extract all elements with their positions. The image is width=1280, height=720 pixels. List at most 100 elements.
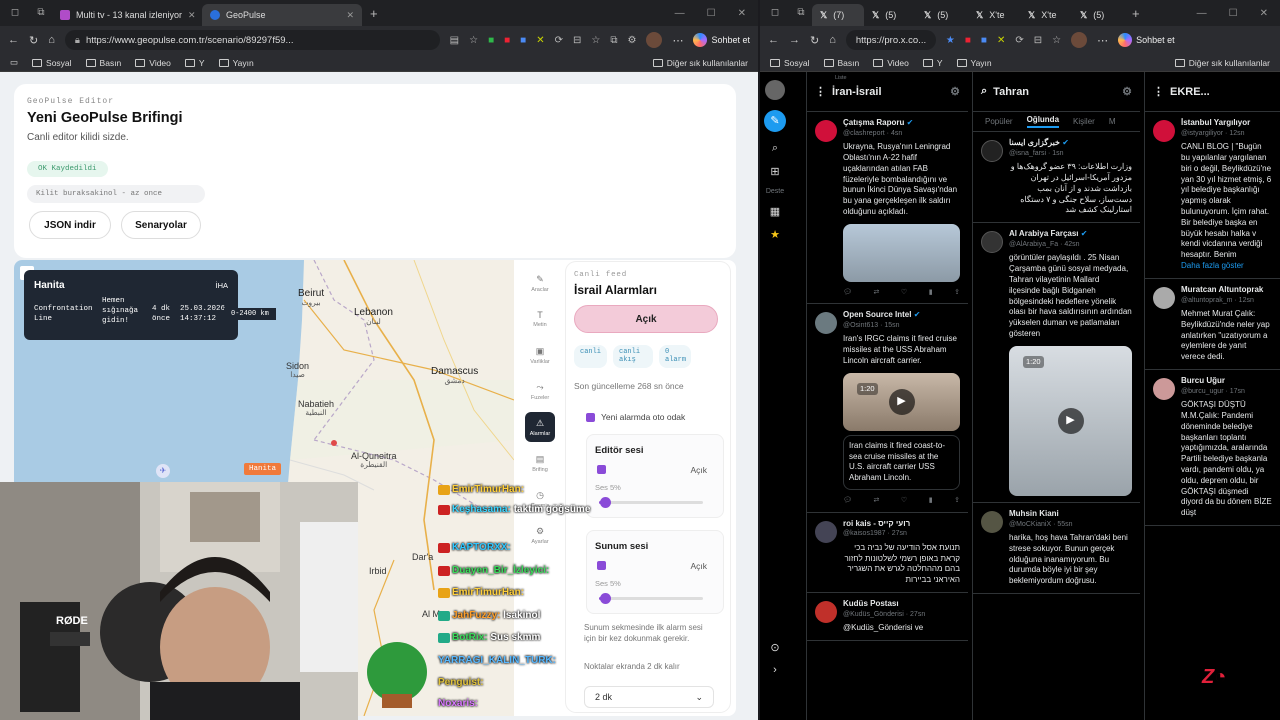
- refresh-ext-icon[interactable]: ⟳: [555, 35, 563, 46]
- deck-icon[interactable]: ▦: [770, 205, 780, 218]
- x-tab[interactable]: 𝕏 (7): [812, 4, 864, 26]
- decks-icon[interactable]: Deste: [766, 188, 784, 195]
- profile-avatar[interactable]: [1071, 32, 1088, 48]
- close-window-icon[interactable]: ✕: [738, 8, 746, 19]
- profile-icon[interactable]: ◻: [8, 6, 22, 20]
- tab-popular[interactable]: Popüler: [985, 117, 1013, 126]
- x-tab[interactable]: 𝕏 X'te: [1020, 4, 1072, 26]
- tweet-author[interactable]: İstanbul Yargılıyor: [1181, 118, 1250, 127]
- minimize-icon[interactable]: —: [675, 8, 685, 19]
- editor-volume-slider[interactable]: [599, 497, 703, 508]
- tweet[interactable]: Open Source Intel ✔ @Osint613 · 15sn Ira…: [807, 304, 968, 513]
- tweet-author[interactable]: Muhsin Kiani: [1009, 509, 1059, 518]
- tweet[interactable]: Muratcan Altuntoprak @altuntoprak_m · 12…: [1145, 279, 1280, 371]
- bookmark-folder[interactable]: Y: [184, 58, 205, 68]
- tweet[interactable]: roi kais - רועי קייס @kaisos1987 · 27sn …: [807, 513, 968, 593]
- more-icon[interactable]: ⋯: [672, 34, 683, 47]
- tool-fuzeler[interactable]: ⤳ Fuzeler: [525, 376, 555, 406]
- avatar[interactable]: [981, 510, 1003, 533]
- tweet[interactable]: خبرگزاری ایسنا ✔ @isna_farsi · 1sn وزارت…: [973, 132, 1140, 224]
- extension-icon[interactable]: ■: [504, 35, 510, 46]
- tab-latest[interactable]: Oğlunda: [1026, 115, 1060, 128]
- tool-varliklar[interactable]: ▣ Varliklar: [525, 340, 555, 370]
- favorite-star-icon[interactable]: ☆: [469, 35, 478, 46]
- account-avatar[interactable]: [765, 80, 785, 100]
- tweet[interactable]: Burcu Uğur @burcu_ugur · 17sn GÖKTAŞI DÜ…: [1145, 370, 1280, 527]
- refresh-ext-icon[interactable]: ⟳: [1015, 35, 1023, 46]
- maximize-icon[interactable]: ☐: [1229, 8, 1238, 19]
- show-more-link[interactable]: Daha fazla göster: [1181, 261, 1272, 272]
- bookmark-folder[interactable]: Video: [873, 58, 909, 68]
- tool-alarmlar[interactable]: ⚠ Alarmlar: [525, 412, 555, 442]
- avatar[interactable]: [815, 600, 837, 623]
- tweet[interactable]: Muhsin Kiani @MoCKianiX · 55sn harika, h…: [973, 503, 1140, 595]
- tweet-image[interactable]: [843, 223, 960, 282]
- translate-icon[interactable]: ■: [981, 35, 987, 46]
- tweet-author[interactable]: roi kais - רועי קייס: [843, 519, 910, 528]
- avatar[interactable]: [1153, 120, 1175, 142]
- extension-icon[interactable]: ■: [965, 35, 971, 46]
- sidebar-toggle-icon[interactable]: ▭: [10, 57, 18, 68]
- feed-open-toggle[interactable]: Açık: [574, 305, 718, 333]
- presentation-sound-toggle[interactable]: Açık: [690, 561, 707, 571]
- expand-icon[interactable]: ›: [773, 664, 777, 676]
- reply-icon[interactable]: 💬︎: [843, 496, 852, 505]
- other-bookmarks[interactable]: Diğer sık kullanılanlar: [1174, 58, 1270, 68]
- collections-icon[interactable]: ⧉: [610, 35, 617, 46]
- avatar[interactable]: [1153, 286, 1175, 309]
- tool-metin[interactable]: T Metin: [525, 304, 555, 334]
- home-icon[interactable]: ⌂: [48, 34, 55, 46]
- tab-media[interactable]: M: [1109, 117, 1116, 126]
- tweet-author[interactable]: Open Source Intel: [843, 310, 911, 319]
- avatar[interactable]: [815, 312, 837, 335]
- extensions-icon[interactable]: ⚙: [628, 35, 637, 46]
- tweet-author[interactable]: Al Arabiya Farçası: [1009, 229, 1079, 238]
- more-options-icon[interactable]: ⊙: [770, 641, 779, 654]
- more-icon[interactable]: ⋯: [1097, 34, 1108, 47]
- search-icon[interactable]: ⌕: [772, 142, 778, 155]
- favorites-icon[interactable]: ☆: [591, 35, 600, 46]
- favorite-star-icon[interactable]: ★: [946, 35, 955, 46]
- starred-deck-icon[interactable]: ★: [770, 228, 780, 241]
- workspaces-icon[interactable]: ⧉: [34, 6, 48, 20]
- reply-icon[interactable]: 💬︎: [843, 288, 852, 297]
- bookmark-folder[interactable]: Yayın: [956, 58, 992, 68]
- reload-icon[interactable]: ↻: [810, 34, 819, 47]
- tab-multi-tv[interactable]: Multi tv - 13 kanal izleniyor ✕: [52, 4, 202, 26]
- profile-icon[interactable]: ◻: [768, 6, 782, 20]
- tweet-author[interactable]: Kudüs Postası: [843, 599, 899, 608]
- other-bookmarks[interactable]: Diğer sık kullanılanlar: [652, 58, 748, 68]
- add-column-icon[interactable]: ⊞: [770, 165, 779, 178]
- scenarios-button[interactable]: Senaryolar: [121, 211, 201, 239]
- share-icon[interactable]: ⇪: [954, 496, 960, 505]
- slider-knob[interactable]: [600, 593, 612, 604]
- avatar[interactable]: [1153, 378, 1175, 401]
- tool-brifing[interactable]: ▤ Brifing: [525, 448, 555, 478]
- tweet[interactable]: Kudüs Postası @Kudüs_Gönderisi · 27sn @K…: [807, 593, 968, 641]
- tweet-author[interactable]: Çatışma Raporu: [843, 118, 904, 127]
- auto-focus-option[interactable]: Yeni alarmda oto odak: [586, 412, 685, 422]
- favorites-icon[interactable]: ☆: [1052, 35, 1061, 46]
- like-icon[interactable]: ♡: [901, 288, 907, 297]
- bookmark-folder[interactable]: Video: [135, 58, 171, 68]
- x-tab[interactable]: 𝕏 (5): [864, 4, 916, 26]
- tab-geopulse[interactable]: GeoPulse ✕: [202, 4, 362, 26]
- extension-icon[interactable]: ✕: [997, 35, 1005, 46]
- slider-knob[interactable]: [600, 497, 612, 508]
- tab-people[interactable]: Kişiler: [1073, 117, 1095, 126]
- tweet-video[interactable]: 1:20 ▶: [1009, 345, 1132, 496]
- column-settings-icon[interactable]: ⚙: [1122, 85, 1132, 98]
- split-screen-icon[interactable]: ⊟: [1034, 35, 1042, 46]
- auto-focus-checkbox[interactable]: [586, 412, 595, 422]
- tweet[interactable]: İstanbul Yargılıyor @istyargiliyor · 12s…: [1145, 112, 1280, 279]
- views-icon[interactable]: ▮: [929, 288, 933, 297]
- presentation-volume-slider[interactable]: [599, 593, 703, 604]
- x-tab[interactable]: 𝕏 (5): [1072, 4, 1124, 26]
- home-icon[interactable]: ⌂: [829, 34, 836, 46]
- alert-marker-label[interactable]: Hanita: [244, 463, 282, 475]
- column-settings-icon[interactable]: ⚙: [950, 85, 960, 98]
- new-tab-icon[interactable]: +: [1132, 6, 1140, 21]
- editor-sound-checkbox[interactable]: [597, 465, 606, 474]
- minimize-icon[interactable]: —: [1197, 8, 1207, 19]
- tweet-video[interactable]: 1:20 ▶: [843, 372, 960, 431]
